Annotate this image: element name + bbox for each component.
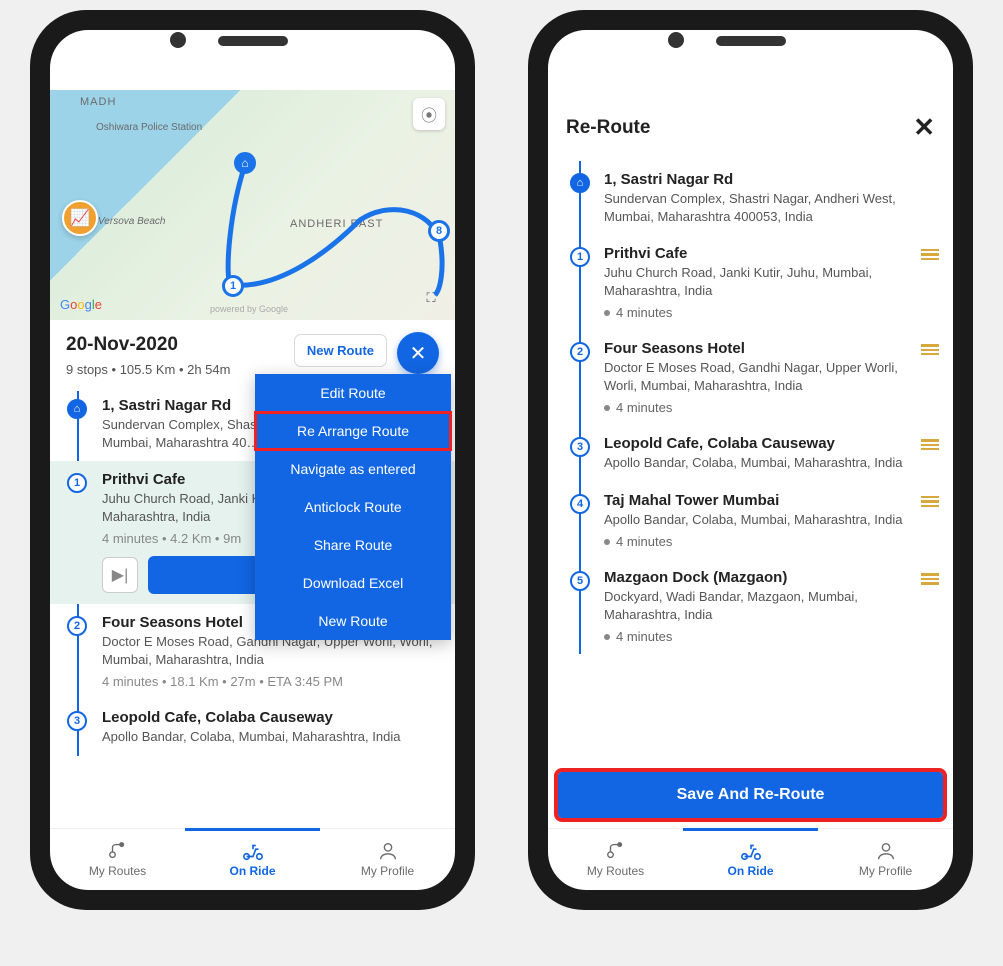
stop-eta: 4 minutes [604,400,909,415]
scooter-icon [740,841,762,861]
reroute-item-home[interactable]: ⌂ 1, Sastri Nagar Rd Sundervan Complex, … [548,161,953,235]
map-attribution: powered by Google [210,304,288,314]
menu-share-route[interactable]: Share Route [255,526,451,564]
skip-next-icon[interactable]: ▶| [102,557,138,593]
stop-address: Doctor E Moses Road, Gandhi Nagar, Upper… [604,359,909,394]
stop-address: Sundervan Complex, Shastri Nagar, Andher… [604,190,909,225]
reroute-stop-list[interactable]: ⌂ 1, Sastri Nagar Rd Sundervan Complex, … [548,153,953,766]
menu-rearrange-route[interactable]: Re Arrange Route [255,412,451,450]
tab-on-ride[interactable]: On Ride [185,829,320,890]
stop-meta: 4 minutes • 18.1 Km • 27m • ETA 3:45 PM [102,674,441,689]
reroute-item-4[interactable]: 4 Taj Mahal Tower Mumbai Apollo Bandar, … [548,482,953,560]
stop-number: 1 [67,473,87,493]
map-marker-8[interactable]: 8 [428,220,450,242]
map-marker-home[interactable]: ⌂ [234,152,256,174]
reroute-header: Re-Route ✕ [548,90,953,153]
stop-address: Dockyard, Wadi Bandar, Mazgaon, Mumbai, … [604,588,909,623]
profile-icon [875,841,897,861]
stop-number: 2 [67,616,87,636]
tab-my-profile[interactable]: My Profile [320,829,455,890]
new-route-button[interactable]: New Route [294,334,387,367]
stop-title: Leopold Cafe, Colaba Causeway [604,435,909,452]
menu-new-route[interactable]: New Route [255,602,451,640]
stop-number: 1 [570,247,590,267]
screen-route-detail: MADH Oshiwara Police Station Versova Bea… [50,90,455,890]
stop-title: Taj Mahal Tower Mumbai [604,492,909,509]
phone-speaker [716,36,786,46]
reroute-item-2[interactable]: 2 Four Seasons Hotel Doctor E Moses Road… [548,330,953,425]
google-logo: Google [60,297,102,312]
phone-right: Re-Route ✕ ⌂ 1, Sastri Nagar Rd Sunderva… [528,10,973,910]
close-menu-fab[interactable]: ✕ [397,332,439,374]
stop-number: 5 [570,571,590,591]
stop-eta: 4 minutes [604,534,909,549]
stop-number: 3 [67,711,87,731]
stop-title: Mazgaon Dock (Mazgaon) [604,569,909,586]
drag-handle-icon[interactable] [921,439,939,450]
stop-number: 2 [570,342,590,362]
route-pin-icon [605,841,627,861]
menu-download-excel[interactable]: Download Excel [255,564,451,602]
stop-eta: 4 minutes [604,629,909,644]
stop-address: Apollo Bandar, Colaba, Mumbai, Maharasht… [604,454,909,472]
phone-speaker [218,36,288,46]
menu-navigate-entered[interactable]: Navigate as entered [255,450,451,488]
stop-address: Apollo Bandar, Colaba, Mumbai, Maharasht… [102,728,441,746]
route-header: 20-Nov-2020 9 stops • 105.5 Km • 2h 54m … [50,320,455,387]
bottom-tabs: My Routes On Ride My Profile [548,828,953,890]
stop-title: Four Seasons Hotel [604,340,909,357]
reroute-title: Re-Route [566,117,650,139]
reroute-item-5[interactable]: 5 Mazgaon Dock (Mazgaon) Dockyard, Wadi … [548,559,953,654]
close-icon[interactable]: ✕ [913,112,935,143]
stop-address: Apollo Bandar, Colaba, Mumbai, Maharasht… [604,511,909,529]
stop-title: Leopold Cafe, Colaba Causeway [102,709,441,726]
menu-edit-route[interactable]: Edit Route [255,374,451,412]
scooter-icon [242,841,264,861]
stop-title: Prithvi Cafe [604,245,909,262]
stop-eta: 4 minutes [604,305,909,320]
stop-number: 3 [570,437,590,457]
stop-item-3[interactable]: 3 Leopold Cafe, Colaba Causeway Apollo B… [50,699,455,756]
bottom-tabs: My Routes On Ride My Profile [50,828,455,890]
map-marker-1[interactable]: 1 [222,275,244,297]
phone-left: MADH Oshiwara Police Station Versova Bea… [30,10,475,910]
tab-indicator [683,828,818,831]
phone-camera [170,32,186,48]
home-icon: ⌂ [570,173,590,193]
screen-reroute: Re-Route ✕ ⌂ 1, Sastri Nagar Rd Sunderva… [548,90,953,890]
tab-my-routes[interactable]: My Routes [50,829,185,890]
drag-handle-icon[interactable] [921,344,939,355]
stop-title: 1, Sastri Nagar Rd [604,171,909,188]
map-view[interactable]: MADH Oshiwara Police Station Versova Bea… [50,90,455,320]
phone-camera [668,32,684,48]
reroute-item-1[interactable]: 1 Prithvi Cafe Juhu Church Road, Janki K… [548,235,953,330]
stop-number: 4 [570,494,590,514]
tab-indicator [185,828,320,831]
menu-anticlock-route[interactable]: Anticlock Route [255,488,451,526]
route-context-menu: Edit Route Re Arrange Route Navigate as … [255,374,451,640]
reroute-item-3[interactable]: 3 Leopold Cafe, Colaba Causeway Apollo B… [548,425,953,482]
tab-my-profile[interactable]: My Profile [818,829,953,890]
profile-icon [377,841,399,861]
drag-handle-icon[interactable] [921,573,939,584]
route-pin-icon [107,841,129,861]
drag-handle-icon[interactable] [921,496,939,507]
drag-handle-icon[interactable] [921,249,939,260]
tab-on-ride[interactable]: On Ride [683,829,818,890]
stop-address: Juhu Church Road, Janki Kutir, Juhu, Mum… [604,264,909,299]
home-icon: ⌂ [67,399,87,419]
save-reroute-button[interactable]: Save And Re-Route [558,772,943,818]
tab-my-routes[interactable]: My Routes [548,829,683,890]
